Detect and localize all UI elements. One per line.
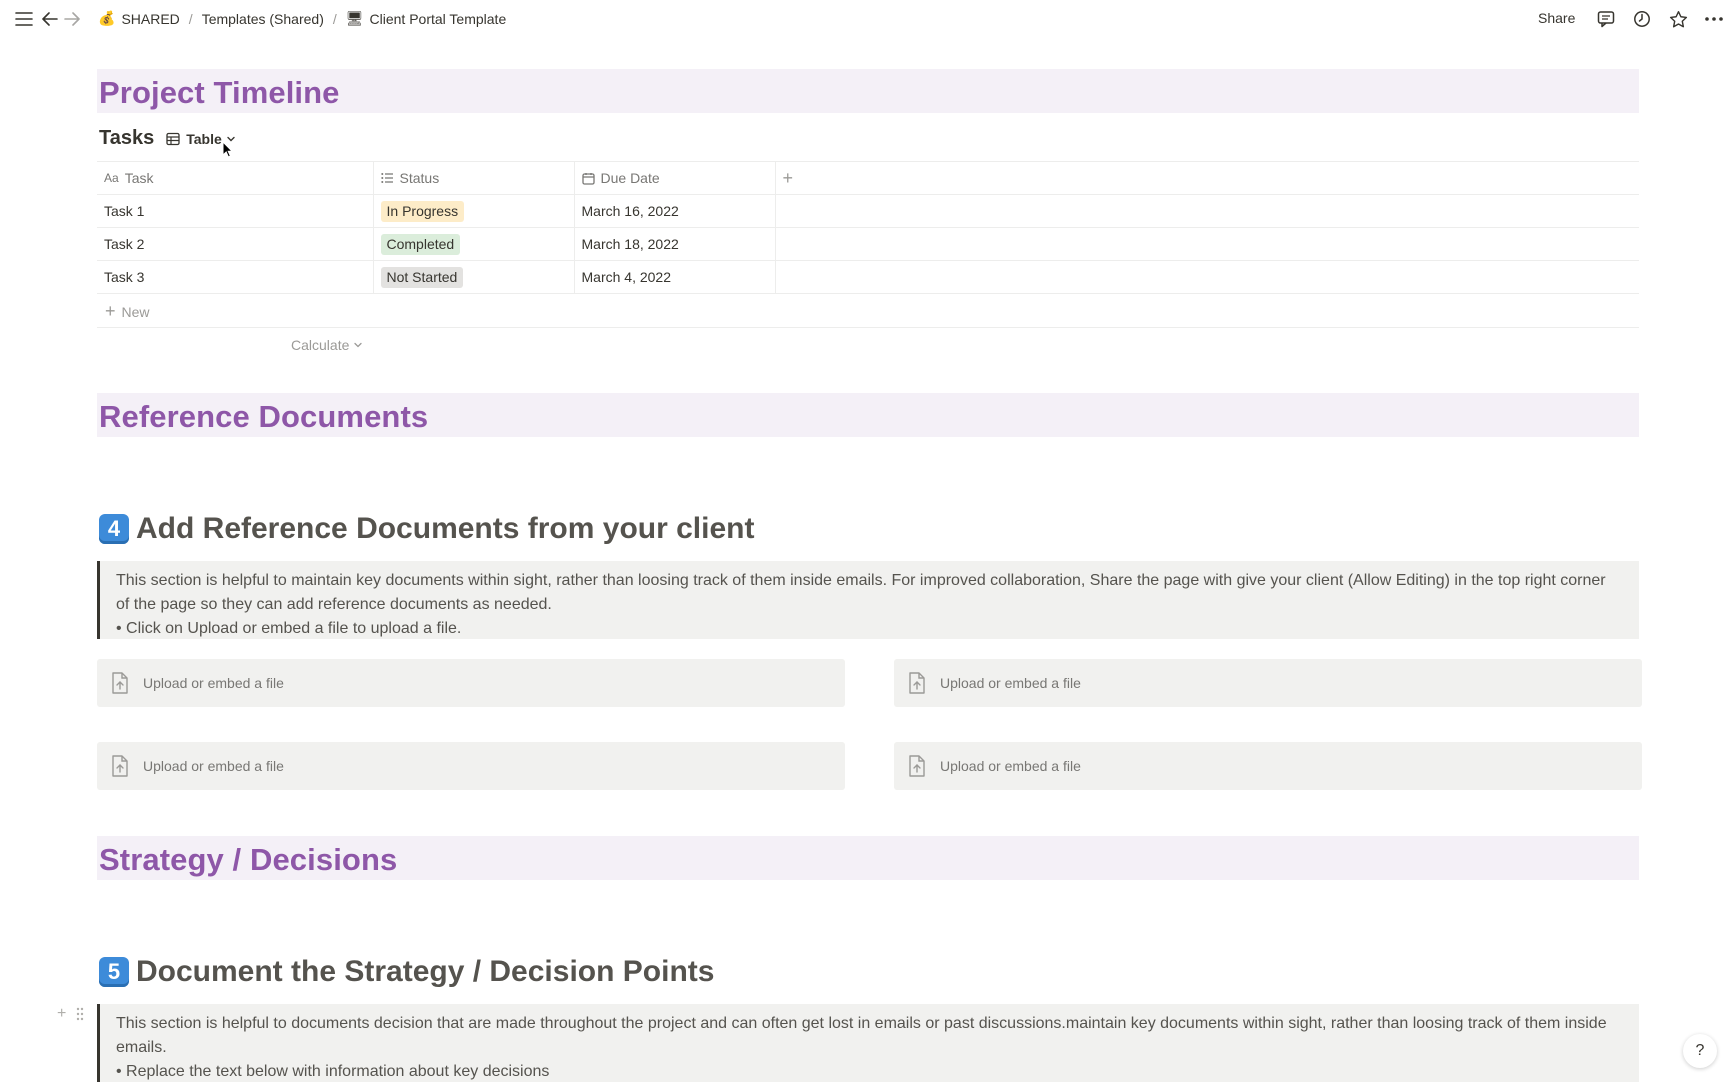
- column-header-task[interactable]: Aa Task: [97, 161, 373, 195]
- status-badge: Completed: [380, 233, 461, 255]
- step4-callout: This section is helpful to maintain key …: [97, 561, 1639, 639]
- text-property-icon: Aa: [104, 171, 119, 185]
- upload-label: Upload or embed a file: [143, 758, 284, 774]
- upload-label: Upload or embed a file: [143, 675, 284, 691]
- table-row[interactable]: Task 1 In Progress March 16, 2022: [97, 194, 1639, 228]
- status-badge: Not Started: [380, 266, 464, 288]
- task-cell[interactable]: Task 2: [97, 227, 373, 261]
- breadcrumb-shared[interactable]: SHARED: [121, 11, 179, 27]
- upload-file-block[interactable]: Upload or embed a file: [894, 742, 1642, 790]
- task-cell[interactable]: Task 1: [97, 194, 373, 228]
- column-label: Status: [399, 170, 440, 186]
- computer-icon: 🖥: [345, 10, 364, 26]
- breadcrumb-separator: /: [188, 10, 193, 27]
- calendar-icon: [581, 172, 595, 185]
- heading-text: Add Reference Documents from your client: [136, 512, 755, 545]
- status-cell[interactable]: Not Started: [372, 260, 574, 294]
- more-options-icon[interactable]: [1704, 9, 1724, 29]
- breadcrumb-separator: /: [332, 10, 337, 27]
- drag-handle-icon[interactable]: [76, 1007, 84, 1021]
- chevron-down-icon: [354, 342, 363, 348]
- column-header-due-date[interactable]: Due Date: [573, 161, 775, 195]
- sidebar-menu-icon[interactable]: [14, 9, 34, 29]
- block-gutter: +: [57, 1005, 84, 1023]
- database-title[interactable]: Tasks: [99, 127, 154, 150]
- column-header-status[interactable]: Status: [372, 161, 574, 195]
- new-row-label: New: [121, 303, 150, 320]
- step5-callout: This section is helpful to documents dec…: [97, 1004, 1639, 1082]
- table-header-row: Aa Task Status Due Date +: [97, 161, 1639, 195]
- heading-text: Document the Strategy / Decision Points: [136, 955, 715, 988]
- callout-text: This section is helpful to documents dec…: [116, 1015, 1607, 1056]
- callout-bullet: • Replace the text below with informatio…: [116, 1063, 550, 1080]
- comment-icon[interactable]: [1596, 9, 1616, 29]
- upload-label: Upload or embed a file: [940, 675, 1081, 691]
- empty-cell: [774, 227, 1639, 261]
- upload-label: Upload or embed a file: [940, 758, 1081, 774]
- history-clock-icon[interactable]: [1632, 9, 1652, 29]
- breadcrumb-templates[interactable]: Templates (Shared): [202, 11, 324, 27]
- file-upload-icon: [909, 672, 925, 694]
- upload-file-block[interactable]: Upload or embed a file: [97, 742, 845, 790]
- calculate-label: Calculate: [291, 337, 350, 353]
- add-column-button[interactable]: +: [774, 161, 1639, 195]
- mouse-cursor-icon: [222, 141, 234, 158]
- add-block-plus-icon[interactable]: +: [57, 1005, 66, 1023]
- due-date-cell[interactable]: March 4, 2022: [573, 260, 775, 294]
- due-date-cell[interactable]: March 18, 2022: [573, 227, 775, 261]
- status-cell[interactable]: In Progress: [372, 194, 574, 228]
- view-label: Table: [186, 130, 222, 147]
- status-badge: In Progress: [380, 200, 465, 222]
- file-upload-icon: [112, 672, 128, 694]
- share-button[interactable]: Share: [1538, 10, 1575, 26]
- column-label: Task: [124, 170, 154, 186]
- table-row[interactable]: Task 3 Not Started March 4, 2022: [97, 260, 1639, 294]
- status-cell[interactable]: Completed: [372, 227, 574, 261]
- callout-text: This section is helpful to maintain key …: [116, 572, 1606, 613]
- section-header-timeline: Project Timeline: [97, 69, 1639, 113]
- task-cell[interactable]: Task 3: [97, 260, 373, 294]
- keycap-5-icon: 5: [99, 957, 129, 987]
- favorite-star-icon[interactable]: [1668, 9, 1688, 29]
- step4-heading: 4 Add Reference Documents from your clie…: [99, 512, 754, 546]
- table-row[interactable]: Task 2 Completed March 18, 2022: [97, 227, 1639, 261]
- file-upload-icon: [112, 755, 128, 777]
- upload-file-block[interactable]: Upload or embed a file: [894, 659, 1642, 707]
- money-bag-icon: 💰: [98, 10, 116, 26]
- breadcrumb: 💰 SHARED / Templates (Shared) / 🖥 Client…: [98, 10, 506, 27]
- section-header-strategy: Strategy / Decisions: [97, 836, 1639, 880]
- new-row-button[interactable]: + New: [97, 296, 1639, 328]
- empty-cell: [774, 194, 1639, 228]
- plus-icon: +: [105, 301, 116, 321]
- file-upload-icon: [909, 755, 925, 777]
- breadcrumb-client-portal[interactable]: Client Portal Template: [370, 11, 507, 27]
- section-title: Reference Documents: [99, 399, 429, 434]
- due-date-cell[interactable]: March 16, 2022: [573, 194, 775, 228]
- section-title: Strategy / Decisions: [99, 842, 398, 877]
- column-label: Due Date: [600, 170, 660, 186]
- step5-heading: 5 Document the Strategy / Decision Point…: [99, 955, 714, 989]
- back-arrow-icon[interactable]: [40, 9, 60, 29]
- callout-bullet: • Click on Upload or embed a file to upl…: [116, 620, 462, 637]
- help-button[interactable]: ?: [1683, 1034, 1717, 1068]
- top-bar: 💰 SHARED / Templates (Shared) / 🖥 Client…: [0, 0, 1728, 38]
- forward-arrow-icon[interactable]: [62, 9, 82, 29]
- plus-icon: +: [782, 167, 794, 188]
- tasks-view-header: Tasks Table: [99, 127, 242, 150]
- upload-file-block[interactable]: Upload or embed a file: [97, 659, 845, 707]
- calculate-dropdown[interactable]: Calculate: [291, 337, 363, 353]
- table-view-icon: [166, 132, 180, 145]
- empty-cell: [774, 260, 1639, 294]
- list-property-icon: [380, 173, 393, 183]
- tasks-table: Aa Task Status Due Date + Task 1 In Progre…: [97, 161, 1639, 294]
- keycap-4-icon: 4: [99, 514, 129, 544]
- section-header-reference: Reference Documents: [97, 393, 1639, 437]
- section-title: Project Timeline: [99, 75, 340, 110]
